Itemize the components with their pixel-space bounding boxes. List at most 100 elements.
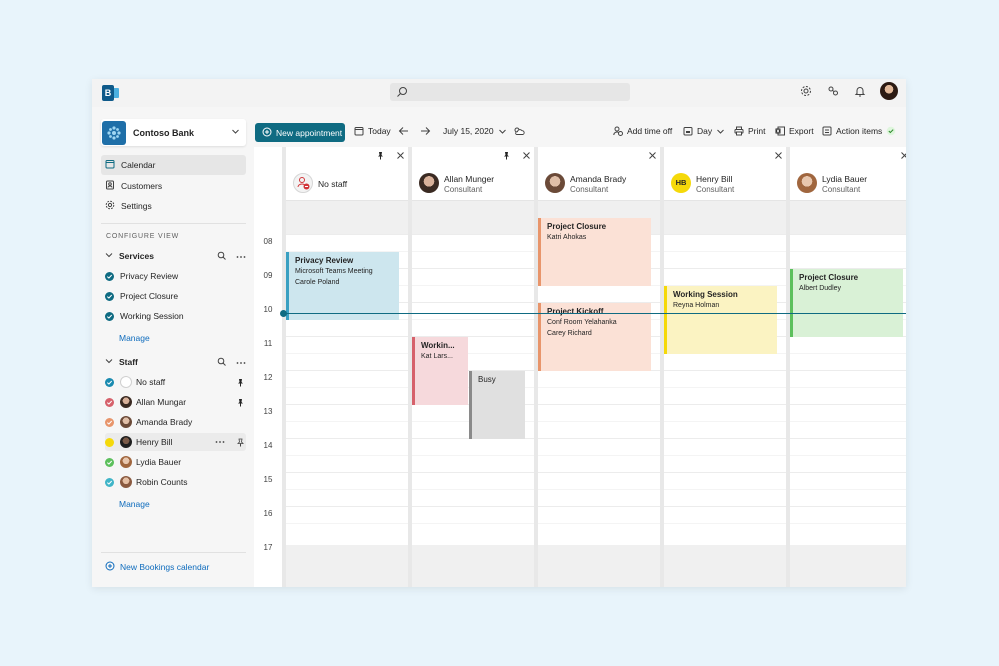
no-staff-icon (293, 173, 313, 193)
next-arrow-icon[interactable] (420, 126, 431, 136)
staff-item-lydia[interactable]: Lydia Bauer (105, 453, 246, 471)
close-icon[interactable] (522, 151, 531, 162)
date-picker[interactable]: July 15, 2020 (443, 126, 507, 136)
nav-settings[interactable]: Settings (101, 196, 246, 216)
hour-label: 11 (263, 339, 273, 348)
view-selector[interactable]: Day (683, 126, 725, 136)
staff-item-robin[interactable]: Robin Counts (105, 473, 246, 491)
column-header: No staff (286, 147, 408, 201)
close-icon[interactable] (900, 151, 906, 162)
staff-column-amanda[interactable]: Amanda Brady Consultant Project Closure … (538, 147, 660, 587)
hour-label: 15 (263, 475, 273, 484)
checklist-icon (822, 126, 832, 136)
staff-label: Allan Mungar (136, 397, 187, 407)
org-selector[interactable]: Contoso Bank (101, 119, 246, 146)
check-icon[interactable] (105, 377, 114, 387)
add-time-off-button[interactable]: Add time off (613, 126, 672, 136)
appointment-busy[interactable]: Busy (469, 371, 525, 439)
staff-label: No staff (136, 377, 166, 387)
pin-icon[interactable] (376, 151, 385, 162)
staff-column-no-staff[interactable]: No staff Privacy Review Microsoft Teams … (286, 147, 408, 587)
staff-group-header[interactable]: Staff (105, 355, 246, 369)
user-avatar[interactable] (880, 82, 898, 100)
status-dot[interactable] (105, 437, 114, 447)
appointment-detail: Kat Lars... (421, 353, 453, 360)
appointment-title: Busy (478, 375, 496, 384)
service-item-working-session[interactable]: Working Session (105, 307, 246, 325)
appointment-title: Privacy Review (295, 256, 354, 265)
today-button[interactable]: Today (354, 126, 391, 136)
people-connect-icon[interactable] (826, 84, 840, 98)
close-icon[interactable] (774, 151, 783, 162)
new-bookings-calendar-link[interactable]: New Bookings calendar (105, 561, 209, 573)
pin-outline-icon[interactable] (234, 438, 246, 447)
configure-view-label: CONFIGURE VIEW (106, 233, 180, 240)
close-icon[interactable] (648, 151, 657, 162)
more-icon[interactable] (214, 440, 226, 444)
new-bookings-calendar-label: New Bookings calendar (120, 562, 210, 572)
avatar (120, 436, 132, 448)
close-icon[interactable] (396, 151, 405, 162)
staff-item-no-staff[interactable]: No staff (105, 373, 246, 391)
printer-icon (734, 126, 744, 136)
column-name: No staff (318, 179, 348, 189)
new-appointment-button[interactable]: New appointment (255, 123, 345, 142)
org-logo-icon (102, 120, 126, 145)
pin-icon[interactable] (234, 378, 246, 387)
staff-item-allan[interactable]: Allan Mungar (105, 393, 246, 411)
search-input[interactable] (390, 83, 630, 101)
add-circle-icon (105, 561, 115, 573)
check-icon[interactable] (105, 291, 114, 301)
staff-column-lydia[interactable]: Lydia Bauer Consultant Project Closure A… (790, 147, 906, 587)
manage-staff-link[interactable]: Manage (119, 499, 150, 509)
appointment-project-closure[interactable]: Project Closure Albert Dudley (790, 269, 903, 337)
check-icon[interactable] (105, 477, 114, 487)
check-icon[interactable] (105, 457, 114, 467)
staff-item-henry[interactable]: Henry Bill (105, 433, 246, 451)
appointment-title: Project Closure (547, 222, 607, 231)
staff-item-amanda[interactable]: Amanda Brady (105, 413, 246, 431)
manage-services-link[interactable]: Manage (119, 333, 150, 343)
action-items-button[interactable]: Action items (822, 126, 896, 136)
gear-icon[interactable] (799, 84, 813, 98)
services-heading: Services (119, 251, 154, 261)
appointment-privacy-review[interactable]: Privacy Review Microsoft Teams Meeting C… (286, 252, 399, 320)
staff-label: Amanda Brady (136, 417, 193, 427)
service-item-project-closure[interactable]: Project Closure (105, 287, 246, 305)
check-icon[interactable] (105, 397, 114, 407)
nav-customers[interactable]: Customers (101, 176, 246, 196)
staff-column-henry[interactable]: HB Henry Bill Consultant Working Session… (664, 147, 786, 587)
appointment-working-session[interactable]: Workin... Kat Lars... (412, 337, 468, 405)
initials-avatar: HB (671, 173, 691, 193)
export-button[interactable]: Export (775, 126, 814, 136)
bookings-logo[interactable]: B (102, 85, 119, 101)
search-icon[interactable] (217, 357, 226, 368)
nav-calendar[interactable]: Calendar (101, 155, 246, 175)
bell-icon[interactable] (853, 84, 867, 98)
services-group-header[interactable]: Services (105, 249, 246, 263)
appointment-project-closure[interactable]: Project Closure Katri Ahokas (538, 218, 651, 286)
divider (101, 552, 246, 553)
weather-icon[interactable] (513, 126, 525, 136)
appointment-working-session[interactable]: Working Session Reyna Holman (664, 286, 777, 354)
action-items-label: Action items (836, 126, 883, 136)
divider (101, 223, 246, 224)
check-icon[interactable] (105, 417, 114, 427)
more-icon[interactable] (236, 357, 246, 367)
staff-column-allan[interactable]: Allan Munger Consultant Workin... Kat La… (412, 147, 534, 587)
pin-icon[interactable] (234, 398, 246, 407)
print-button[interactable]: Print (734, 126, 765, 136)
view-label: Day (697, 126, 713, 136)
chevron-down-icon[interactable] (105, 251, 113, 261)
search-icon[interactable] (217, 251, 226, 262)
check-icon[interactable] (105, 271, 114, 281)
pin-icon[interactable] (502, 151, 511, 162)
previous-arrow-icon[interactable] (398, 126, 409, 136)
column-name: Allan Munger (444, 174, 495, 184)
add-time-off-label: Add time off (627, 126, 673, 136)
more-icon[interactable] (236, 251, 246, 261)
chevron-down-icon[interactable] (105, 357, 113, 367)
service-item-privacy-review[interactable]: Privacy Review (105, 267, 246, 285)
column-role: Consultant (822, 185, 861, 194)
check-icon[interactable] (105, 311, 114, 321)
